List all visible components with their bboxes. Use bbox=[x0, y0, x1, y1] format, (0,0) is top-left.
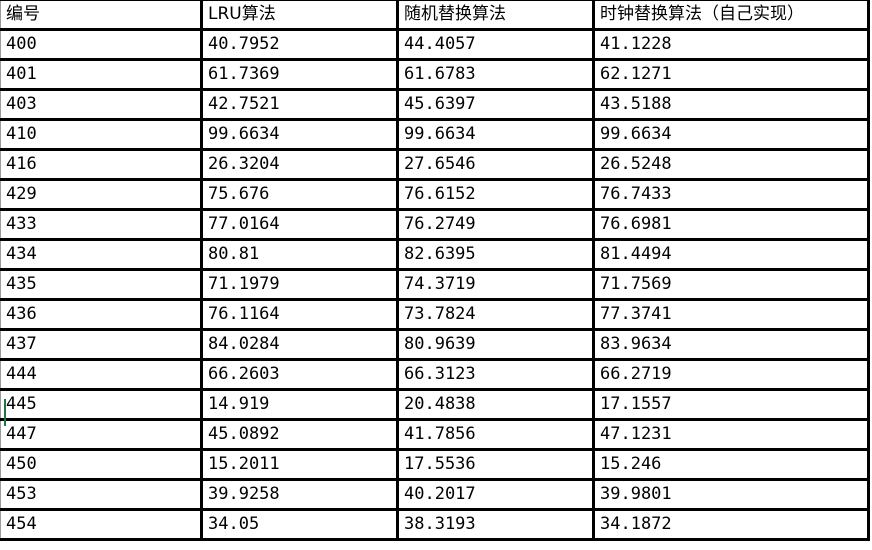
cell-random[interactable]: 38.3193 bbox=[397, 508, 595, 541]
table-row: 429 75.676 76.6152 76.7433 bbox=[0, 178, 870, 211]
cell-clock[interactable]: 34.1872 bbox=[593, 508, 870, 541]
header-cell-random[interactable]: 随机替换算法 bbox=[397, 0, 595, 31]
cell-lru[interactable]: 80.81 bbox=[201, 238, 399, 271]
cell-clock[interactable]: 39.9801 bbox=[593, 478, 870, 511]
cell-lru[interactable]: 75.676 bbox=[201, 178, 399, 211]
table-body: 编号 LRU算法 随机替换算法 时钟替换算法（自己实现） 400 40.7952 4… bbox=[0, 0, 870, 541]
cell-clock[interactable]: 71.7569 bbox=[593, 268, 870, 301]
cell-clock[interactable]: 77.3741 bbox=[593, 298, 870, 331]
table-row: 401 61.7369 61.6783 62.1271 bbox=[0, 58, 870, 91]
table-row: 433 77.0164 76.2749 76.6981 bbox=[0, 208, 870, 241]
cell-random[interactable]: 74.3719 bbox=[397, 268, 595, 301]
cell-lru[interactable]: 15.2011 bbox=[201, 448, 399, 481]
table-row: 454 34.05 38.3193 34.1872 bbox=[0, 508, 870, 541]
cell-id[interactable]: 429 bbox=[0, 178, 203, 211]
header-cell-clock[interactable]: 时钟替换算法（自己实现） bbox=[593, 0, 870, 31]
data-table: 编号 LRU算法 随机替换算法 时钟替换算法（自己实现） 400 40.7952 4… bbox=[0, 0, 870, 541]
header-row: 编号 LRU算法 随机替换算法 时钟替换算法（自己实现） bbox=[0, 0, 870, 31]
cell-id[interactable]: 410 bbox=[0, 118, 203, 151]
table-row: 445 14.919 20.4838 17.1557 bbox=[0, 388, 870, 421]
cell-clock[interactable]: 81.4494 bbox=[593, 238, 870, 271]
cell-id[interactable]: 445 bbox=[0, 388, 203, 421]
table-row: 416 26.3204 27.6546 26.5248 bbox=[0, 148, 870, 181]
cell-lru[interactable]: 61.7369 bbox=[201, 58, 399, 91]
cell-lru[interactable]: 45.0892 bbox=[201, 418, 399, 451]
table-row: 434 80.81 82.6395 81.4494 bbox=[0, 238, 870, 271]
cell-id[interactable]: 434 bbox=[0, 238, 203, 271]
header-cell-lru[interactable]: LRU算法 bbox=[201, 0, 399, 31]
cell-random[interactable]: 80.9639 bbox=[397, 328, 595, 361]
table-row: 435 71.1979 74.3719 71.7569 bbox=[0, 268, 870, 301]
cell-lru[interactable]: 76.1164 bbox=[201, 298, 399, 331]
cell-random[interactable]: 44.4057 bbox=[397, 28, 595, 61]
cell-lru[interactable]: 71.1979 bbox=[201, 268, 399, 301]
cell-random[interactable]: 76.6152 bbox=[397, 178, 595, 211]
cell-id[interactable]: 453 bbox=[0, 478, 203, 511]
cell-random[interactable]: 20.4838 bbox=[397, 388, 595, 421]
cell-id[interactable]: 437 bbox=[0, 328, 203, 361]
cell-clock[interactable]: 41.1228 bbox=[593, 28, 870, 61]
cell-lru[interactable]: 14.919 bbox=[201, 388, 399, 421]
cell-id[interactable]: 400 bbox=[0, 28, 203, 61]
table-row: 400 40.7952 44.4057 41.1228 bbox=[0, 28, 870, 61]
cell-random[interactable]: 40.2017 bbox=[397, 478, 595, 511]
table-row: 450 15.2011 17.5536 15.246 bbox=[0, 448, 870, 481]
table-row: 403 42.7521 45.6397 43.5188 bbox=[0, 88, 870, 121]
cell-lru[interactable]: 39.9258 bbox=[201, 478, 399, 511]
spreadsheet-grid: 编号 LRU算法 随机替换算法 时钟替换算法（自己实现） 400 40.7952 4… bbox=[0, 0, 872, 550]
cell-clock[interactable]: 66.2719 bbox=[593, 358, 870, 391]
cell-clock[interactable]: 47.1231 bbox=[593, 418, 870, 451]
cell-clock[interactable]: 43.5188 bbox=[593, 88, 870, 121]
cell-random[interactable]: 45.6397 bbox=[397, 88, 595, 121]
cell-lru[interactable]: 40.7952 bbox=[201, 28, 399, 61]
cell-id[interactable]: 416 bbox=[0, 148, 203, 181]
cell-id[interactable]: 435 bbox=[0, 268, 203, 301]
cell-lru[interactable]: 42.7521 bbox=[201, 88, 399, 121]
cell-lru[interactable]: 99.6634 bbox=[201, 118, 399, 151]
cell-clock[interactable]: 26.5248 bbox=[593, 148, 870, 181]
cell-clock[interactable]: 62.1271 bbox=[593, 58, 870, 91]
cell-lru[interactable]: 66.2603 bbox=[201, 358, 399, 391]
cell-random[interactable]: 73.7824 bbox=[397, 298, 595, 331]
cell-lru[interactable]: 26.3204 bbox=[201, 148, 399, 181]
cell-random[interactable]: 61.6783 bbox=[397, 58, 595, 91]
cell-id[interactable]: 447 bbox=[0, 418, 203, 451]
cell-id[interactable]: 433 bbox=[0, 208, 203, 241]
row-selection-marker bbox=[4, 399, 6, 426]
cell-random[interactable]: 17.5536 bbox=[397, 448, 595, 481]
table-row: 436 76.1164 73.7824 77.3741 bbox=[0, 298, 870, 331]
cell-lru[interactable]: 77.0164 bbox=[201, 208, 399, 241]
cell-random[interactable]: 99.6634 bbox=[397, 118, 595, 151]
cell-lru[interactable]: 84.0284 bbox=[201, 328, 399, 361]
cell-clock[interactable]: 17.1557 bbox=[593, 388, 870, 421]
cell-id[interactable]: 403 bbox=[0, 88, 203, 121]
cell-random[interactable]: 41.7856 bbox=[397, 418, 595, 451]
cell-random[interactable]: 66.3123 bbox=[397, 358, 595, 391]
cell-id[interactable]: 436 bbox=[0, 298, 203, 331]
table-row: 444 66.2603 66.3123 66.2719 bbox=[0, 358, 870, 391]
header-cell-id[interactable]: 编号 bbox=[0, 0, 203, 31]
cell-random[interactable]: 27.6546 bbox=[397, 148, 595, 181]
cell-lru[interactable]: 34.05 bbox=[201, 508, 399, 541]
cell-id[interactable]: 450 bbox=[0, 448, 203, 481]
table-row: 453 39.9258 40.2017 39.9801 bbox=[0, 478, 870, 511]
table-row: 410 99.6634 99.6634 99.6634 bbox=[0, 118, 870, 151]
cell-clock[interactable]: 99.6634 bbox=[593, 118, 870, 151]
cell-random[interactable]: 76.2749 bbox=[397, 208, 595, 241]
cell-clock[interactable]: 76.7433 bbox=[593, 178, 870, 211]
table-row: 447 45.0892 41.7856 47.1231 bbox=[0, 418, 870, 451]
table-row: 437 84.0284 80.9639 83.9634 bbox=[0, 328, 870, 361]
cell-id[interactable]: 401 bbox=[0, 58, 203, 91]
cell-clock[interactable]: 15.246 bbox=[593, 448, 870, 481]
cell-id[interactable]: 454 bbox=[0, 508, 203, 541]
cell-random[interactable]: 82.6395 bbox=[397, 238, 595, 271]
cell-clock[interactable]: 76.6981 bbox=[593, 208, 870, 241]
cell-clock[interactable]: 83.9634 bbox=[593, 328, 870, 361]
cell-id[interactable]: 444 bbox=[0, 358, 203, 391]
